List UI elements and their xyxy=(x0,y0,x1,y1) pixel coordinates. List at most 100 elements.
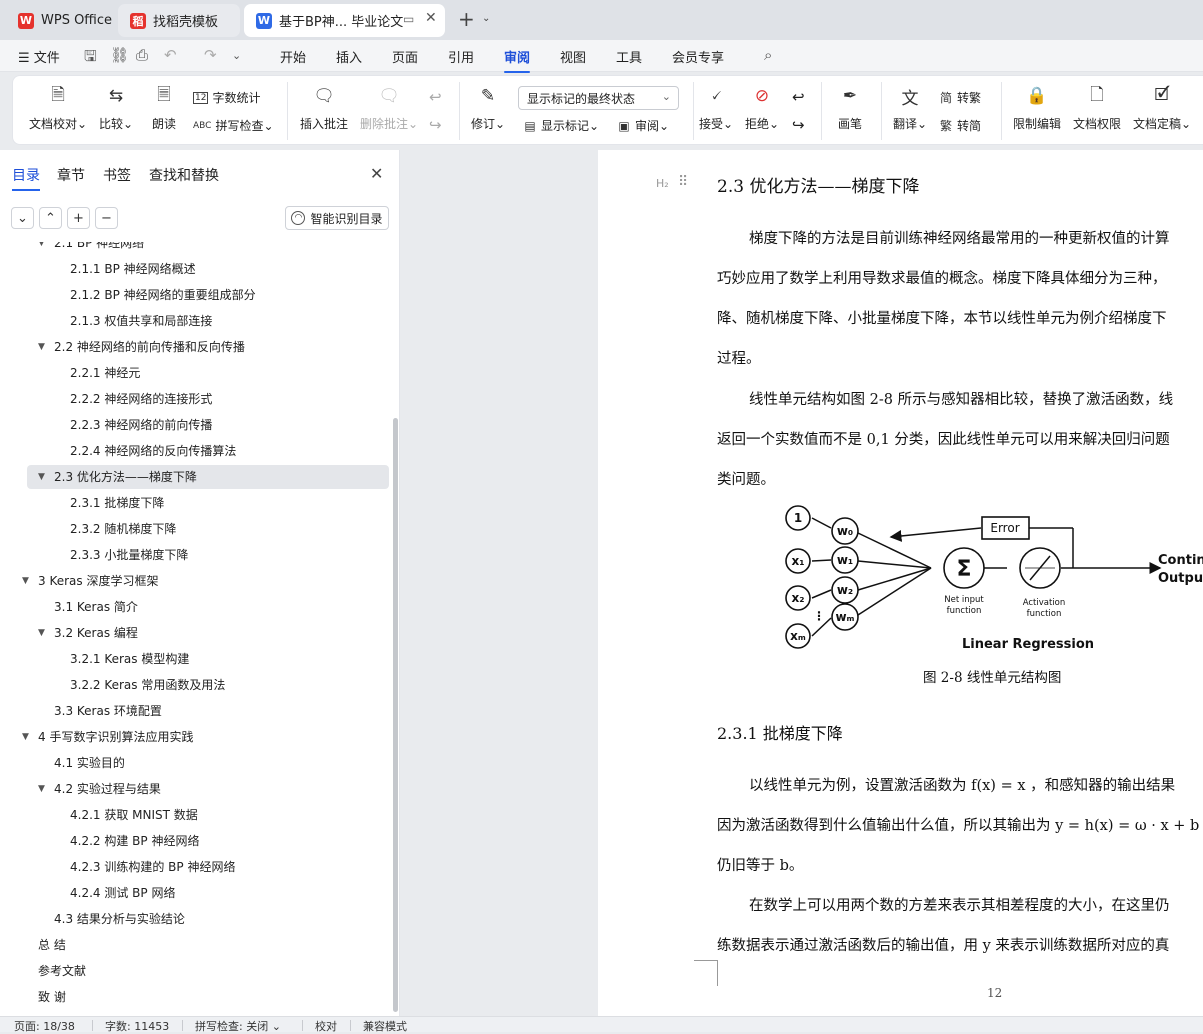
toc-item[interactable]: 4.1 实验目的 xyxy=(54,751,125,775)
toc-item[interactable]: 3.2.2 Keras 常用函数及用法 xyxy=(70,673,225,697)
tab-wps-office[interactable]: W WPS Office xyxy=(6,4,114,37)
toc-item-label: 2.1.1 BP 神经网络概述 xyxy=(70,262,196,276)
body-paragraph: 线性单元结构如图 2-8 所示与感知器相比较，替换了激活函数，线 xyxy=(749,392,1174,408)
revise-button[interactable]: ✎ 修订⌄ xyxy=(471,83,505,132)
tab-template[interactable]: 稻 找稻壳模板 xyxy=(118,4,240,37)
print-preview-icon[interactable]: ⎙ xyxy=(136,46,148,64)
menu-view[interactable]: 视图 xyxy=(560,47,586,66)
menu-start[interactable]: 开始 xyxy=(280,47,306,66)
expand-arrow-icon[interactable]: ▼ xyxy=(22,725,29,749)
toc-item[interactable]: 2.1.1 BP 神经网络概述 xyxy=(70,257,196,281)
doc-proof-button[interactable]: 🗎 文档校对⌄ xyxy=(29,83,87,132)
tab-find-replace[interactable]: 查找和替换 xyxy=(149,165,219,185)
redo-icon[interactable]: ↷ xyxy=(204,46,217,64)
reject-button[interactable]: ⊘ 拒绝⌄ xyxy=(745,83,779,132)
toc-item[interactable]: 总 结 xyxy=(38,933,66,957)
toc-item[interactable]: ▼ 4 手写数字识别算法应用实践 xyxy=(22,725,193,749)
menu-insert[interactable]: 插入 xyxy=(336,47,362,66)
undo-icon[interactable]: ↶ xyxy=(164,46,177,64)
spell-check-button[interactable]: ABC 拼写检查 ⌄ xyxy=(193,117,274,134)
toc-item[interactable]: 4.2.3 训练构建的 BP 神经网络 xyxy=(70,855,235,879)
toc-scrollbar[interactable] xyxy=(393,418,398,1012)
menu-reference[interactable]: 引用 xyxy=(448,47,474,66)
expand-arrow-icon[interactable]: ▼ xyxy=(22,569,29,593)
toc-item[interactable]: ▼ 3 Keras 深度学习框架 xyxy=(22,569,158,593)
expand-arrow-icon[interactable]: ▼ xyxy=(38,621,45,645)
toc-item[interactable]: 2.2.1 神经元 xyxy=(70,361,140,385)
toc-item[interactable]: 4.2.1 获取 MNIST 数据 xyxy=(70,803,198,827)
toc-item[interactable]: ▼ 2.3 优化方法——梯度下降 xyxy=(38,465,197,489)
read-aloud-button[interactable]: 🗏 朗读 xyxy=(151,83,177,132)
markup-state-select[interactable]: 显示标记的最终状态 ⌄ xyxy=(518,86,679,110)
next-comment-icon[interactable]: ↪ xyxy=(429,116,442,134)
search-icon[interactable]: ⌕ xyxy=(764,46,772,64)
link-icon[interactable]: ⛓ xyxy=(110,46,129,64)
prev-revision-icon[interactable]: ↩ xyxy=(792,88,805,106)
menu-tools[interactable]: 工具 xyxy=(616,47,642,66)
toc-item[interactable]: ▼ 3.2 Keras 编程 xyxy=(38,621,138,645)
menu-page[interactable]: 页面 xyxy=(392,47,418,66)
word-count-button[interactable]: 12 字数统计 xyxy=(193,89,260,106)
collapse-up-icon[interactable]: ⌃ xyxy=(39,207,62,229)
file-menu[interactable]: ☰ 文件 xyxy=(18,47,60,66)
restrict-edit-button[interactable]: 🔒 限制编辑 xyxy=(1013,83,1061,132)
pen-button[interactable]: ✒ 画笔 xyxy=(837,83,863,132)
toc-item[interactable]: 3.2.1 Keras 模型构建 xyxy=(70,647,189,671)
toc-item[interactable]: 4.2.4 测试 BP 网络 xyxy=(70,881,175,905)
expand-down-icon[interactable]: ⌄ xyxy=(11,207,34,229)
doc-permission-button[interactable]: 🗋 文档权限 xyxy=(1073,83,1121,132)
expand-arrow-icon[interactable]: ▼ xyxy=(38,777,45,801)
add-level-icon[interactable]: + xyxy=(67,207,90,229)
toc-item[interactable]: 3.1 Keras 简介 xyxy=(54,595,138,619)
close-panel-icon[interactable]: ✕ xyxy=(370,164,383,183)
compare-button[interactable]: ⇆ 比较⌄ xyxy=(99,83,133,132)
toc-item[interactable]: 2.1.2 BP 神经网络的重要组成部分 xyxy=(70,283,256,307)
menu-member[interactable]: 会员专享 xyxy=(672,47,724,66)
smart-toc-button[interactable]: ◠ 智能识别目录 xyxy=(285,206,389,230)
toc-item[interactable]: 2.3.2 随机梯度下降 xyxy=(70,517,176,541)
save-icon[interactable]: 🖫 xyxy=(84,46,97,71)
toc-item[interactable]: 3.3 Keras 环境配置 xyxy=(54,699,162,723)
close-tab-icon[interactable]: ✕ xyxy=(425,10,437,26)
prev-comment-icon[interactable]: ↩ xyxy=(429,88,442,106)
expand-arrow-icon[interactable]: ▼ xyxy=(38,242,45,255)
accept-button[interactable]: 🗸 接受⌄ xyxy=(699,83,733,132)
to-traditional-button[interactable]: 简 转繁 xyxy=(939,89,981,106)
toc-item[interactable]: ▼ 2.2 神经网络的前向传播和反向传播 xyxy=(38,335,245,359)
toc-item[interactable]: 2.2.4 神经网络的反向传播算法 xyxy=(70,439,236,463)
quick-access-more-icon[interactable]: ⌄ xyxy=(232,49,241,62)
toc-item[interactable]: ▼ 4.2 实验过程与结果 xyxy=(38,777,161,801)
insert-comment-button[interactable]: 🗨 插入批注 xyxy=(300,83,348,132)
toc-item[interactable]: 4.3 结果分析与实验结论 xyxy=(54,907,185,931)
translate-button[interactable]: 文 翻译⌄ xyxy=(893,83,927,132)
remove-level-icon[interactable]: − xyxy=(95,207,118,229)
toc-item-label: 4.2.1 获取 MNIST 数据 xyxy=(70,808,198,822)
toc-item[interactable]: 参考文献 xyxy=(38,959,86,983)
delete-comment-button[interactable]: 🗨 删除批注⌄ xyxy=(360,83,418,132)
toc-item[interactable]: 4.2.2 构建 BP 神经网络 xyxy=(70,829,199,853)
toc-item[interactable]: 2.3.1 批梯度下降 xyxy=(70,491,164,515)
tab-document[interactable]: W 基于BP神... 毕业论文 ▭ ✕ xyxy=(244,4,445,37)
menu-review[interactable]: 审阅 xyxy=(504,47,531,73)
to-simplified-button[interactable]: 繁 转简 xyxy=(939,117,981,134)
next-revision-icon[interactable]: ↪ xyxy=(792,116,805,134)
expand-arrow-icon[interactable]: ▼ xyxy=(38,335,45,359)
tab-sections[interactable]: 章节 xyxy=(57,165,85,185)
show-markup-button[interactable]: ▤ 显示标记 ⌄ xyxy=(523,117,599,134)
review-pane-button[interactable]: ▣ 审阅 ⌄ xyxy=(617,117,669,134)
toc-item[interactable]: 2.3.3 小批量梯度下降 xyxy=(70,543,188,567)
drag-handle-icon[interactable]: ⠿ xyxy=(678,174,688,190)
window-icon[interactable]: ▭ xyxy=(403,12,414,26)
toc-item[interactable]: 2.2.2 神经网络的连接形式 xyxy=(70,387,212,411)
toc-item[interactable]: 2.1.3 权值共享和局部连接 xyxy=(70,309,212,333)
tab-toc[interactable]: 目录 xyxy=(12,165,40,191)
toc-item[interactable]: ▼ 2.1 BP 神经网络 xyxy=(38,242,144,255)
toc-item[interactable]: 2.2.3 神经网络的前向传播 xyxy=(70,413,212,437)
expand-arrow-icon[interactable]: ▼ xyxy=(38,465,45,489)
chevron-down-icon[interactable]: ⌄ xyxy=(482,13,490,24)
doc-finalize-button[interactable]: 🗹 文档定稿⌄ xyxy=(1133,83,1191,132)
new-tab-icon[interactable]: + xyxy=(458,9,475,29)
tab-bookmarks[interactable]: 书签 xyxy=(103,165,131,185)
dots-label: ⋮ xyxy=(813,609,825,623)
toc-item[interactable]: 致 谢 xyxy=(38,985,66,1009)
